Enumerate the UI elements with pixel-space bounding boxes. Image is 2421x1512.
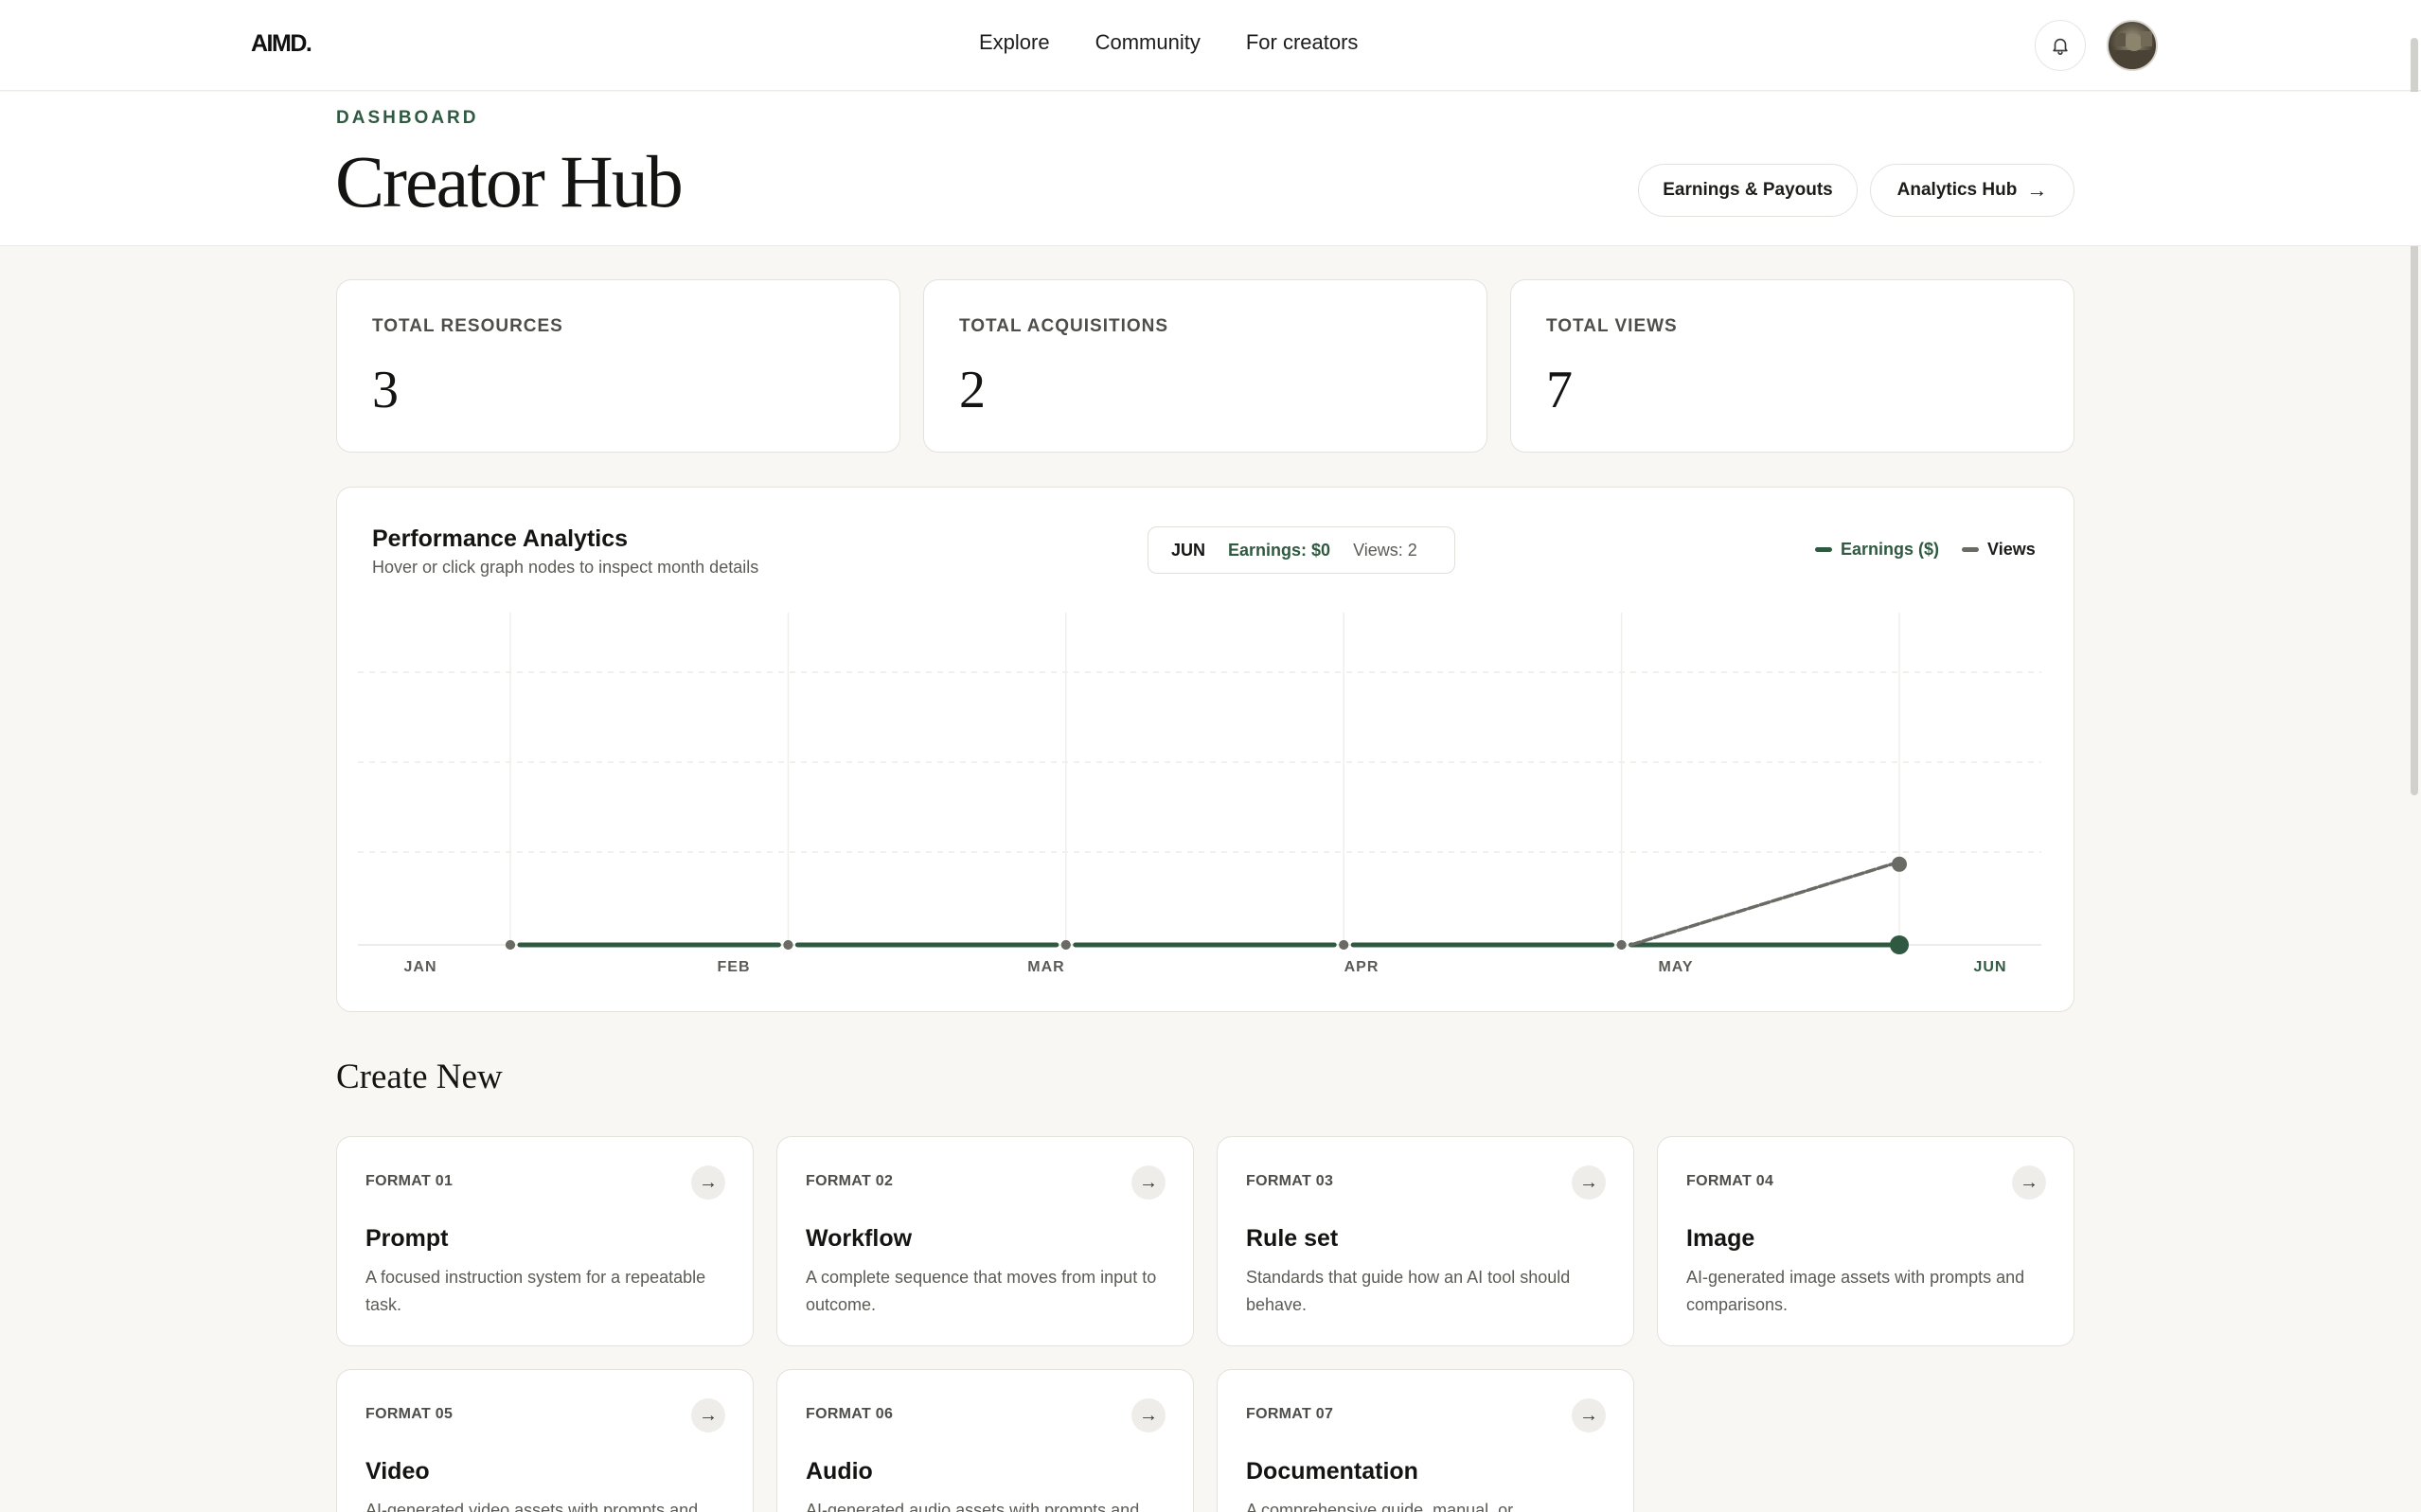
page-eyebrow: DASHBOARD bbox=[336, 108, 479, 128]
format-description: A focused instruction system for a repea… bbox=[365, 1268, 706, 1314]
chart-legend: Earnings ($) Views bbox=[1815, 540, 2036, 560]
nav-links: Explore Community For creators bbox=[979, 30, 1358, 55]
format-name: Prompt bbox=[365, 1225, 449, 1252]
format-name: Rule set bbox=[1246, 1225, 1339, 1252]
stat-label: TOTAL RESOURCES bbox=[372, 316, 563, 336]
format-code: FORMAT 04 bbox=[1686, 1173, 1774, 1189]
format-name: Documentation bbox=[1246, 1458, 1418, 1485]
x-tick-label-apr: APR bbox=[1344, 959, 1380, 975]
arrow-right-icon[interactable]: → bbox=[1572, 1398, 1606, 1432]
format-name: Image bbox=[1686, 1225, 1755, 1252]
format-card-image[interactable]: FORMAT 04 → Image AI-generated image ass… bbox=[1657, 1136, 2074, 1346]
top-nav: AIMD. Explore Community For creators bbox=[0, 0, 2421, 91]
notifications-button[interactable] bbox=[2035, 20, 2086, 71]
arrow-right-icon[interactable]: → bbox=[691, 1398, 725, 1432]
format-description: AI-generated audio assets with prompts a… bbox=[806, 1501, 1140, 1512]
avatar-image-icon bbox=[2109, 31, 2156, 69]
arrow-glyph: → bbox=[1139, 1404, 1158, 1426]
arrow-right-icon[interactable]: → bbox=[2012, 1165, 2046, 1200]
arrow-glyph: → bbox=[699, 1404, 718, 1426]
arrow-right-icon[interactable]: → bbox=[1572, 1165, 1606, 1200]
nav-link-explore[interactable]: Explore bbox=[979, 30, 1050, 55]
stat-card-total-resources: TOTAL RESOURCES 3 bbox=[336, 279, 900, 453]
analytics-hub-button[interactable]: Analytics Hub → bbox=[1870, 164, 2074, 217]
selected-month: JUN bbox=[1171, 540, 1206, 560]
format-code: FORMAT 06 bbox=[806, 1406, 894, 1422]
format-card-documentation[interactable]: FORMAT 07 → Documentation A comprehensiv… bbox=[1217, 1369, 1634, 1512]
views-point-mar bbox=[1060, 940, 1071, 950]
legend-swatch-views bbox=[1962, 547, 1980, 552]
nav-link-for-creators[interactable]: For creators bbox=[1246, 30, 1359, 55]
earnings-point-jun bbox=[1890, 935, 1909, 954]
avatar[interactable] bbox=[2107, 20, 2158, 71]
page-header: DASHBOARD Creator Hub Earnings & Payouts… bbox=[0, 92, 2421, 246]
arrow-glyph: → bbox=[1139, 1171, 1158, 1193]
arrow-glyph: → bbox=[2020, 1171, 2038, 1193]
views-point-jun bbox=[1892, 856, 1907, 872]
stat-value: 3 bbox=[372, 361, 399, 419]
legend-swatch-earnings bbox=[1815, 547, 1832, 552]
format-code: FORMAT 02 bbox=[806, 1173, 894, 1189]
arrow-right-icon: → bbox=[2026, 178, 2048, 202]
views-point-jan bbox=[506, 940, 515, 950]
x-tick-label-jun: JUN bbox=[1973, 959, 2006, 975]
logo[interactable]: AIMD. bbox=[251, 30, 312, 58]
format-card-video[interactable]: FORMAT 05 → Video AI-generated video ass… bbox=[336, 1369, 754, 1512]
legend-label-earnings: Earnings ($) bbox=[1841, 540, 1940, 559]
format-description: A complete sequence that moves from inpu… bbox=[806, 1268, 1157, 1314]
format-code: FORMAT 07 bbox=[1246, 1406, 1334, 1422]
format-code: FORMAT 03 bbox=[1246, 1173, 1334, 1189]
x-tick-label-may: MAY bbox=[1658, 959, 1693, 975]
format-name: Audio bbox=[806, 1458, 873, 1485]
format-description: AI-generated video assets with prompts a… bbox=[365, 1501, 699, 1512]
format-card-prompt[interactable]: FORMAT 01 → Prompt A focused instruction… bbox=[336, 1136, 754, 1346]
arrow-right-icon[interactable]: → bbox=[1131, 1398, 1166, 1432]
analytics-hub-label: Analytics Hub bbox=[1896, 180, 2018, 200]
arrow-right-icon[interactable]: → bbox=[1131, 1165, 1166, 1200]
format-card-audio[interactable]: FORMAT 06 → Audio AI-generated audio ass… bbox=[776, 1369, 1194, 1512]
format-description: AI-generated image assets with prompts a… bbox=[1686, 1268, 2025, 1314]
format-card-rule-set[interactable]: FORMAT 03 → Rule set Standards that guid… bbox=[1217, 1136, 1634, 1346]
selected-views: Views: 2 bbox=[1353, 540, 1417, 560]
views-point-may bbox=[1616, 940, 1627, 950]
format-card-workflow[interactable]: FORMAT 02 → Workflow A complete sequence… bbox=[776, 1136, 1194, 1346]
legend-item-views[interactable]: Views bbox=[1962, 540, 2036, 560]
arrow-glyph: → bbox=[1579, 1404, 1598, 1426]
legend-item-earnings[interactable]: Earnings ($) bbox=[1815, 540, 1939, 560]
page-title: Creator Hub bbox=[335, 140, 684, 222]
format-code: FORMAT 01 bbox=[365, 1173, 454, 1189]
bell-icon bbox=[2053, 38, 2068, 55]
nav-link-community[interactable]: Community bbox=[1095, 30, 1201, 55]
format-name: Workflow bbox=[806, 1225, 913, 1252]
x-tick-label-mar: MAR bbox=[1027, 959, 1064, 975]
earnings-payouts-label: Earnings & Payouts bbox=[1663, 180, 1833, 200]
stat-value: 7 bbox=[1546, 361, 1573, 419]
views-point-apr bbox=[1339, 940, 1349, 950]
arrow-right-icon[interactable]: → bbox=[691, 1165, 725, 1200]
stat-card-total-acquisitions: TOTAL ACQUISITIONS 2 bbox=[923, 279, 1487, 453]
performance-analytics-card: JAN FEB MAR APR MAY JUN Performance Analytics… bbox=[336, 487, 2074, 1012]
format-description: Standards that guide how an AI tool shou… bbox=[1246, 1268, 1571, 1314]
arrow-glyph: → bbox=[699, 1171, 718, 1193]
x-tick-label-feb: FEB bbox=[718, 959, 751, 975]
selected-earnings: Earnings: $0 bbox=[1228, 540, 1331, 560]
stat-label: TOTAL ACQUISITIONS bbox=[959, 316, 1169, 336]
create-new-title: Create New bbox=[336, 1058, 503, 1096]
format-name: Video bbox=[365, 1458, 430, 1485]
format-description: A comprehensive guide, manual, or bbox=[1246, 1501, 1514, 1512]
format-code: FORMAT 05 bbox=[365, 1406, 454, 1422]
views-point-feb bbox=[783, 940, 793, 950]
chart-title: Performance Analytics bbox=[372, 525, 629, 552]
stat-value: 2 bbox=[959, 361, 986, 419]
selected-month-tooltip: JUN Earnings: $0 Views: 2 bbox=[1148, 526, 1455, 574]
stat-label: TOTAL VIEWS bbox=[1546, 316, 1678, 336]
x-tick-label-jan: JAN bbox=[403, 959, 436, 975]
stat-card-total-views: TOTAL VIEWS 7 bbox=[1510, 279, 2074, 453]
arrow-glyph: → bbox=[1579, 1171, 1598, 1193]
legend-label-views: Views bbox=[1987, 540, 2036, 559]
chart-subtitle: Hover or click graph nodes to inspect mo… bbox=[372, 558, 759, 577]
series-views-segment-4 bbox=[1629, 863, 1894, 947]
earnings-payouts-button[interactable]: Earnings & Payouts bbox=[1638, 164, 1858, 217]
